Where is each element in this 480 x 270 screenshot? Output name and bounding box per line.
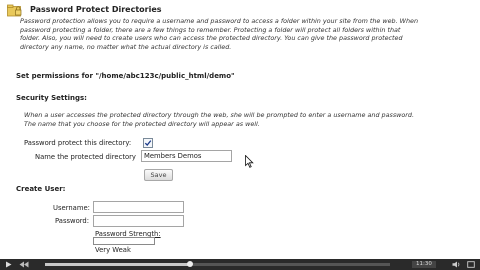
rewind-icon[interactable] <box>19 261 29 270</box>
intro-line: directory any name, no matter what the a… <box>20 42 232 51</box>
mouse-cursor-icon <box>245 154 254 170</box>
security-note-line: The name that you choose for the protect… <box>24 119 260 128</box>
protect-directory-checkbox[interactable] <box>143 138 153 148</box>
video-time: 11:30 <box>412 261 436 268</box>
password-input[interactable] <box>93 215 184 227</box>
directory-name-input[interactable]: Members Demos <box>141 150 232 162</box>
play-icon[interactable] <box>5 261 13 270</box>
security-settings-heading: Security Settings: <box>16 94 87 102</box>
password-label: Password: <box>55 217 90 225</box>
video-progress-fill <box>45 263 190 266</box>
password-strength-value: Very Weak <box>95 246 131 254</box>
lock-folder-icon <box>7 4 22 17</box>
security-note: When a user accesses the protected direc… <box>24 111 414 128</box>
save-button[interactable]: Save <box>144 169 173 181</box>
directory-name-label: Name the protected directory <box>35 153 136 161</box>
intro-line: password protecting a folder, there are … <box>20 25 401 34</box>
password-strength-meter <box>93 237 155 245</box>
permissions-heading: Set permissions for "/home/abc123c/publi… <box>16 72 235 80</box>
create-user-heading: Create User: <box>16 185 66 193</box>
intro-line: folder. Also, you will need to create us… <box>20 34 403 43</box>
security-note-line: When a user accesses the protected direc… <box>24 111 415 119</box>
username-label: Username: <box>53 204 90 212</box>
protect-directory-label: Password protect this directory: <box>24 139 132 147</box>
username-input[interactable] <box>93 201 184 213</box>
volume-icon[interactable] <box>452 261 461 270</box>
video-progress-handle[interactable] <box>187 261 193 267</box>
page-title: Password Protect Directories <box>30 5 162 14</box>
intro-line: Password protection allows you to requir… <box>20 17 419 25</box>
intro-text: Password protection allows you to requir… <box>20 17 475 51</box>
fullscreen-icon[interactable] <box>467 261 475 270</box>
checkmark-icon <box>144 140 152 146</box>
